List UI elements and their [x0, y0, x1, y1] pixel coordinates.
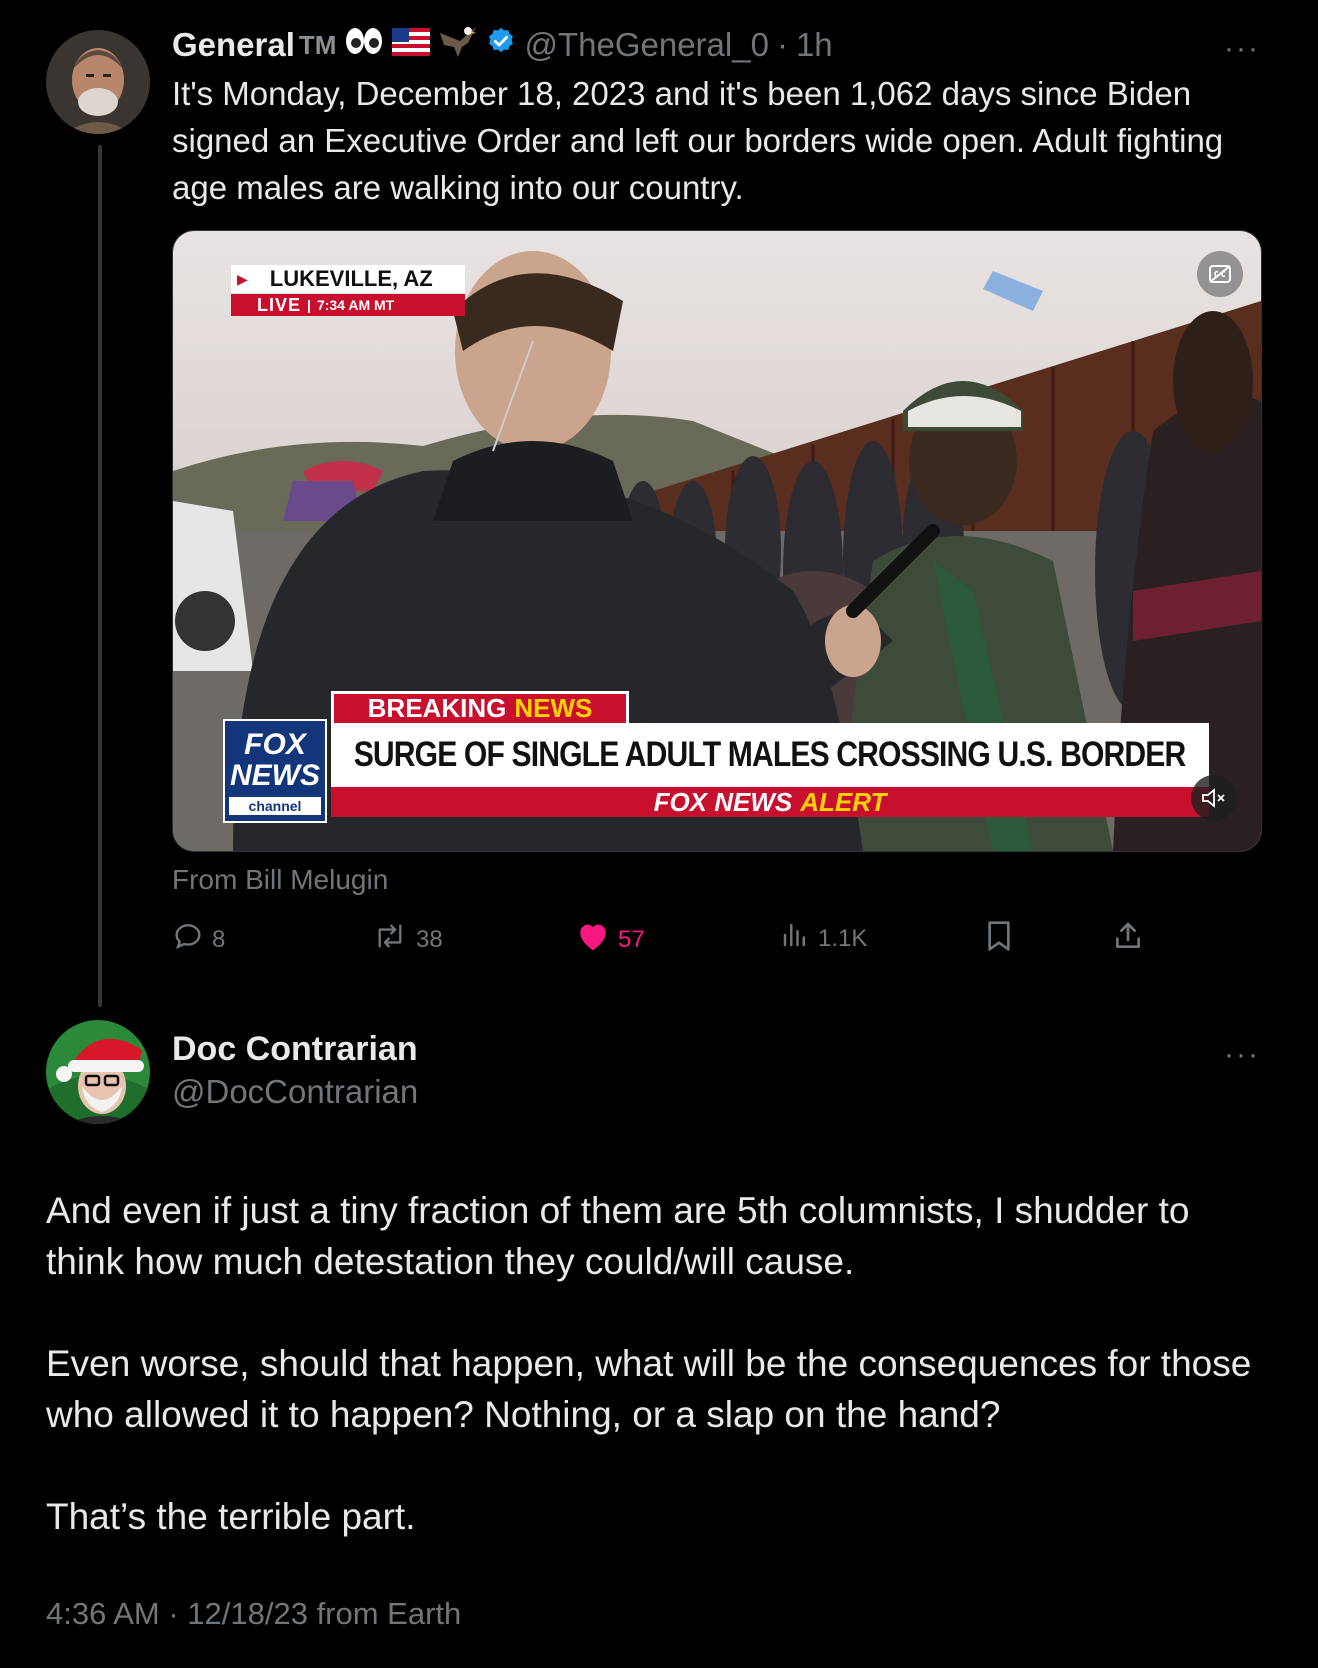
verified-badge-icon — [486, 26, 516, 64]
alert-word: ALERT — [800, 786, 887, 817]
repost-icon — [372, 920, 408, 959]
live-time: 7:34 AM MT — [316, 297, 395, 313]
share-icon — [1112, 920, 1144, 959]
thread-line — [98, 145, 102, 1007]
author-avatar[interactable] — [46, 30, 150, 134]
views-icon — [780, 920, 810, 957]
heart-icon — [576, 920, 610, 959]
reply-paragraph: And even if just a tiny fraction of them… — [46, 1190, 1190, 1282]
headline-text: SURGE OF SINGLE ADULT MALES CROSSING U.S… — [354, 735, 1187, 774]
reply-more-options-icon[interactable]: ··· — [1224, 1040, 1260, 1070]
reply-author-name[interactable]: Doc Contrarian — [172, 1030, 418, 1069]
reply-author-avatar[interactable] — [46, 1020, 150, 1124]
separator-dot: · — [776, 26, 788, 63]
breaking-label: BREAKING — [367, 693, 507, 723]
reply-icon — [172, 920, 204, 959]
author-name[interactable]: General — [172, 26, 295, 64]
eyes-emoji-icon — [344, 25, 384, 65]
reply-count: 8 — [212, 925, 226, 953]
reply-paragraph: Even worse, should that happen, what wil… — [46, 1343, 1252, 1435]
repost-count: 38 — [416, 925, 443, 953]
media-attribution[interactable]: From Bill Melugin — [172, 864, 388, 896]
live-label: LIVE — [257, 294, 302, 315]
logo-line-1: FOX — [244, 728, 306, 761]
bookmark-icon — [984, 920, 1014, 959]
logo-line-2: NEWS — [230, 759, 320, 792]
like-count: 57 — [618, 925, 645, 953]
breaking-news-label: NEWS — [514, 693, 593, 723]
share-button[interactable] — [1112, 920, 1144, 959]
repost-button[interactable]: 38 — [372, 920, 443, 959]
tweet-text: It's Monday, December 18, 2023 and it's … — [172, 75, 1224, 206]
author-handle[interactable]: @TheGeneral_0 — [524, 26, 768, 64]
like-button[interactable]: 57 — [576, 920, 645, 959]
fox-news-logo: FOX NEWS channel — [223, 719, 327, 823]
trademark-label: TM — [298, 29, 337, 60]
reply-timestamp[interactable]: 4:36 AM · 12/18/23 from Earth — [46, 1596, 461, 1632]
views-count: 1.1K — [818, 924, 868, 952]
views-button[interactable]: 1.1K — [780, 920, 867, 957]
reply-text: And even if just a tiny fraction of them… — [46, 1185, 1276, 1593]
bookmark-button[interactable] — [984, 920, 1014, 959]
reply-button[interactable]: 8 — [172, 920, 225, 959]
headline-bar: SURGE OF SINGLE ADULT MALES CROSSING U.S… — [331, 723, 1209, 787]
mute-icon[interactable] — [1191, 775, 1237, 821]
action-bar: 8 38 57 1.1K — [172, 920, 1172, 960]
video-player[interactable]: ▶ LUKEVILLE, AZ LIVE | 7:34 AM MT FOX NE… — [172, 230, 1262, 852]
location-text: LUKEVILLE, AZ — [269, 266, 433, 291]
tweet-header: General TM @TheGeneral_0 · 1h — [172, 24, 833, 66]
reply-author-handle[interactable]: @DocContrarian — [172, 1073, 418, 1111]
eagle-emoji-icon — [438, 23, 478, 67]
breaking-news-tab: BREAKING NEWS — [331, 691, 629, 723]
alert-bar: FOX NEWS ALERT — [331, 787, 1209, 817]
captions-icon[interactable] — [1197, 251, 1243, 297]
tweet-time[interactable]: 1h — [796, 26, 833, 64]
us-flag-emoji-icon — [392, 26, 431, 64]
more-options-icon[interactable]: ··· — [1224, 34, 1260, 64]
reply-paragraph: That’s the terrible part. — [46, 1496, 416, 1537]
alert-brand: FOX NEWS — [653, 786, 793, 817]
logo-line-3: channel — [229, 797, 321, 815]
location-banner: ▶ LUKEVILLE, AZ LIVE | 7:34 AM MT — [231, 265, 465, 317]
play-arrow-icon: ▶ — [237, 270, 248, 287]
